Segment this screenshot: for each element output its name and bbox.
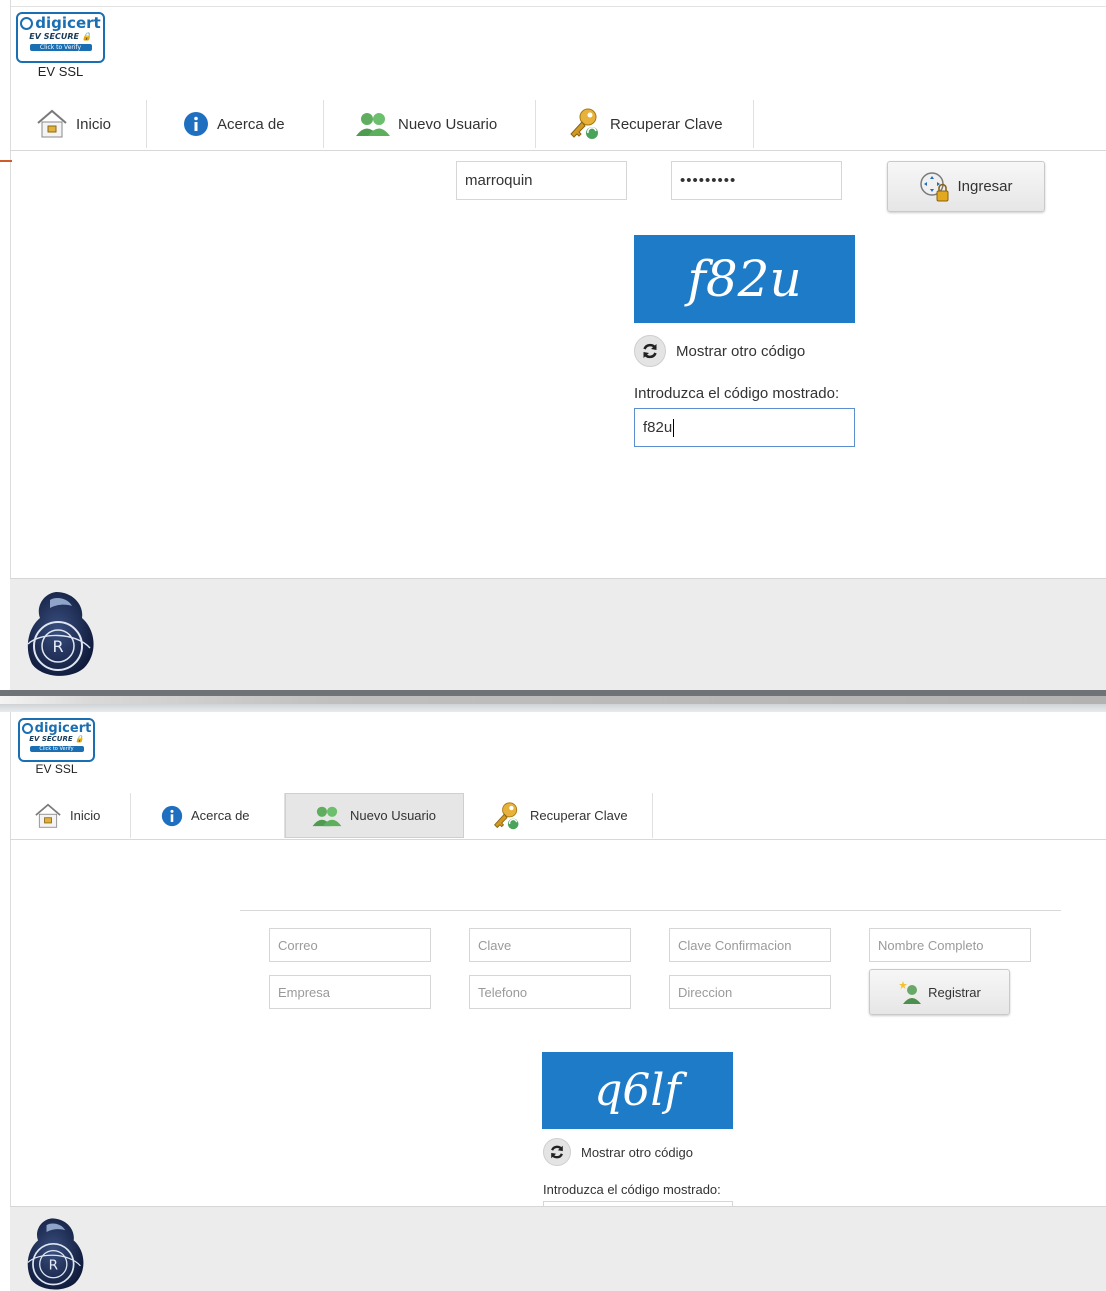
penguin-logo-icon: R: [21, 1215, 89, 1291]
top-rule: [10, 6, 1106, 7]
users-icon: [356, 111, 390, 137]
add-user-icon: [898, 980, 922, 1004]
digicert-seal[interactable]: digicert EV SECURE 🔒 Click to Verify EV …: [16, 12, 105, 79]
digicert-verify: Click to Verify: [29, 43, 92, 51]
nav-item-recuperar-clave[interactable]: Recuperar Clave: [536, 100, 754, 148]
refresh-icon: [634, 335, 666, 367]
refresh-label: Mostrar otro código: [581, 1144, 693, 1160]
key-refresh-icon: [568, 107, 602, 141]
nav-item-acerca[interactable]: Acerca de: [131, 793, 285, 838]
form-divider: [240, 910, 1061, 911]
key-refresh-icon: [492, 801, 522, 831]
nav-item-inicio[interactable]: Inicio: [34, 793, 131, 838]
home-icon: [34, 803, 62, 829]
lock-icon: 🔒: [75, 735, 84, 743]
nav-label: Recuperar Clave: [610, 115, 723, 133]
password-field[interactable]: Clave: [469, 928, 631, 962]
address-field[interactable]: Direccion: [669, 975, 831, 1009]
company-field[interactable]: Empresa: [269, 975, 431, 1009]
users-icon: [312, 805, 342, 827]
register-panel: digicert EV SECURE 🔒 Click to Verify EV …: [0, 712, 1106, 1291]
svg-text:R: R: [52, 637, 63, 656]
footer: [10, 578, 1106, 690]
refresh-label: Mostrar otro código: [676, 342, 806, 360]
refresh-captcha-button[interactable]: Mostrar otro código: [543, 1138, 693, 1166]
button-label: Registrar: [928, 984, 981, 1000]
main-nav: Inicio Acerca de Nuevo Usuario Recuperar…: [36, 100, 754, 148]
button-label: Ingresar: [957, 178, 1013, 195]
nav-item-nuevo-usuario[interactable]: Nuevo Usuario: [285, 793, 464, 838]
footer: [10, 1206, 1106, 1291]
svg-text:R: R: [49, 1257, 59, 1273]
fullname-field[interactable]: Nombre Completo: [869, 928, 1031, 962]
digicert-brand: digicert: [34, 721, 92, 736]
digicert-ev-secure: EV SECURE 🔒: [29, 32, 92, 41]
code-label: Introduzca el código mostrado:: [634, 385, 840, 402]
nav-label: Nuevo Usuario: [350, 808, 436, 823]
refresh-captcha-button[interactable]: Mostrar otro código: [634, 335, 805, 367]
phone-field[interactable]: Telefono: [469, 975, 631, 1009]
nav-divider: [10, 150, 1106, 151]
nav-label: Recuperar Clave: [530, 808, 628, 823]
nav-label: Acerca de: [217, 115, 285, 133]
info-icon: [183, 111, 209, 137]
home-icon: [36, 109, 68, 139]
code-label: Introduzca el código mostrado:: [543, 1182, 721, 1197]
digicert-brand: digicert: [35, 14, 101, 32]
digicert-logo-icon: [21, 723, 33, 734]
main-nav: Inicio Acerca de Nuevo Usuario Recuperar…: [34, 793, 653, 838]
digicert-badge[interactable]: digicert EV SECURE 🔒 Click to Verify: [16, 12, 105, 63]
nav-item-inicio[interactable]: Inicio: [36, 100, 147, 148]
digicert-verify: Click to Verify: [29, 745, 84, 752]
email-field[interactable]: Correo: [269, 928, 431, 962]
text-caret: [673, 418, 675, 437]
nav-item-acerca[interactable]: Acerca de: [147, 100, 324, 148]
registrar-button[interactable]: Registrar: [869, 969, 1010, 1015]
digicert-seal[interactable]: digicert EV SECURE 🔒 Click to Verify EV …: [18, 718, 95, 776]
screenshot-separator: [0, 690, 1106, 712]
nav-item-recuperar-clave[interactable]: Recuperar Clave: [464, 793, 653, 838]
captcha-image: q6lf: [542, 1052, 733, 1129]
left-rule: [10, 712, 11, 1291]
nav-label: Inicio: [70, 808, 101, 823]
digicert-logo-icon: [20, 17, 34, 30]
digicert-ev-ssl: EV SSL: [35, 762, 78, 776]
digicert-badge[interactable]: digicert EV SECURE 🔒 Click to Verify: [18, 718, 95, 762]
login-panel: digicert EV SECURE 🔒 Click to Verify EV …: [0, 0, 1106, 690]
digicert-ev-ssl: EV SSL: [37, 64, 84, 79]
confirm-password-field[interactable]: Clave Confirmacion: [669, 928, 831, 962]
info-icon: [161, 805, 183, 827]
nav-label: Nuevo Usuario: [398, 115, 498, 133]
digicert-ev-secure: EV SECURE 🔒: [29, 735, 84, 743]
login-lock-icon: [919, 171, 951, 203]
ingresar-button[interactable]: Ingresar: [887, 161, 1045, 212]
refresh-icon: [543, 1138, 571, 1166]
captcha-image: f82u: [634, 235, 855, 323]
lock-icon: 🔒: [81, 32, 92, 41]
password-input[interactable]: •••••••••: [671, 161, 842, 200]
username-input[interactable]: marroquin: [456, 161, 627, 200]
nav-label: Inicio: [76, 115, 112, 133]
captcha-code-input[interactable]: f82u: [634, 408, 855, 447]
accent-mark: [0, 160, 12, 162]
nav-divider: [10, 839, 1106, 840]
nav-label: Acerca de: [191, 808, 250, 823]
nav-item-nuevo-usuario[interactable]: Nuevo Usuario: [324, 100, 536, 148]
penguin-logo-icon: R: [20, 588, 100, 684]
